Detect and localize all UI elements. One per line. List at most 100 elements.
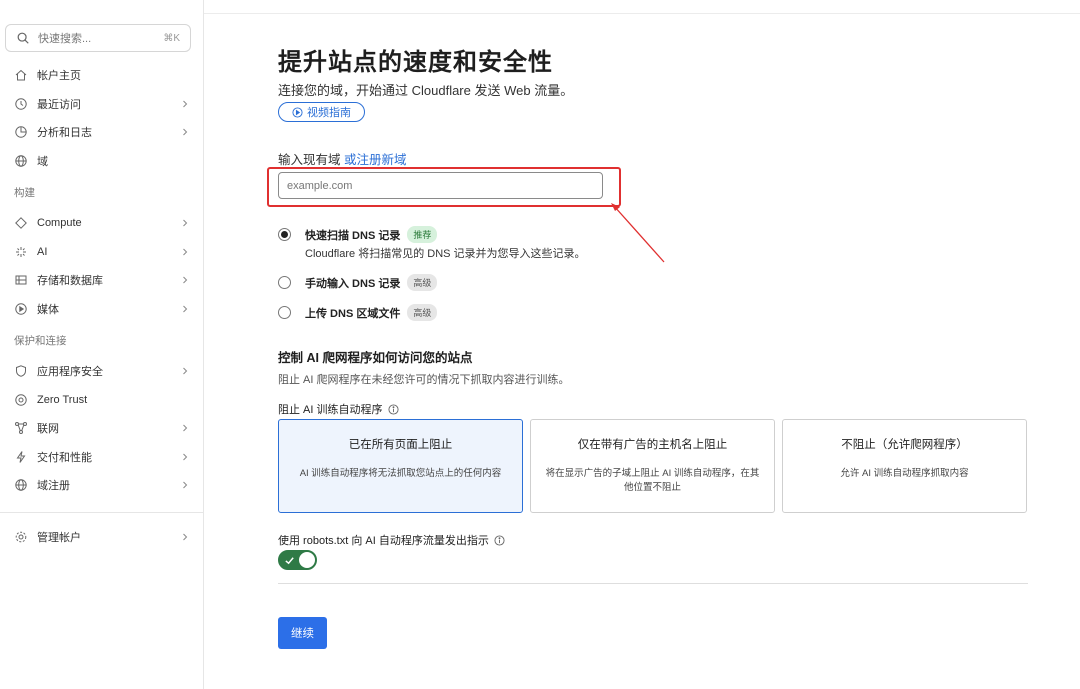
home-icon (15, 70, 27, 81)
zero-trust-icon (15, 394, 27, 406)
card-description: 允许 AI 训练自动程序抓取内容 (840, 468, 969, 479)
dns-option-label: 上传 DNS 区域文件 (305, 307, 401, 320)
card-description: AI 训练自动程序将无法抓取您站点上的任何内容 (299, 468, 502, 479)
sidebar-item[interactable]: 联网 (0, 414, 204, 443)
info-icon[interactable] (387, 403, 399, 415)
video-guide-button[interactable]: 视频指南 (278, 102, 365, 122)
robots-text: 使用 robots.txt 向 AI 自动程序流量发出指示 (278, 535, 489, 547)
sidebar-item[interactable]: 域注册 (0, 471, 204, 500)
bolt-icon (16, 450, 26, 463)
quick-scan-description: Cloudflare 将扫描常见的 DNS 记录并为您导入这些记录。 (305, 248, 586, 260)
sparkle-icon (16, 246, 26, 257)
play-circle-icon (292, 106, 303, 118)
sidebar-item-label: 最近访问 (37, 98, 81, 111)
chevron-right-icon (183, 128, 188, 136)
block-ai-text: 阻止 AI 训练自动程序 (278, 404, 383, 416)
sidebar-item[interactable]: 交付和性能 (0, 443, 204, 472)
sidebar-nav: 帐户主页最近访问分析和日志域 构建 Compute AI 存储和数据库 媒体 保护和连… (0, 61, 204, 551)
page-title: 提升站点的速度和安全性 (278, 49, 553, 76)
sidebar-item-label: 域注册 (37, 480, 70, 493)
sidebar-item-label: 分析和日志 (37, 127, 92, 140)
ai-block-card[interactable]: 已在所有页面上阻止 AI 训练自动程序将无法抓取您站点上的任何内容 (278, 419, 523, 513)
chevron-right-icon (183, 305, 188, 313)
sidebar-item-label: 交付和性能 (37, 451, 92, 464)
search-placeholder: 快速搜索... (38, 33, 92, 45)
radio-dot (281, 231, 288, 238)
sidebar-item-label: 域 (37, 155, 48, 168)
search-shortcut: ⌘K (163, 32, 180, 44)
domain-field-text: 输入现有域 (278, 153, 341, 167)
sidebar-item-label: 管理帐户 (37, 531, 81, 544)
play-icon (15, 303, 27, 315)
robots-toggle[interactable] (278, 550, 317, 570)
sidebar-item[interactable]: 分析和日志 (0, 118, 204, 147)
divider (278, 583, 1028, 584)
chevron-right-icon (183, 533, 188, 541)
sidebar-item[interactable]: Compute (0, 209, 204, 238)
chevron-right-icon (183, 248, 188, 256)
sidebar-item-label: 存储和数据库 (37, 275, 103, 288)
domain-field-label: 输入现有域 或注册新域 (278, 149, 407, 168)
clock-icon (15, 98, 27, 110)
sidebar-item-label: 应用程序安全 (37, 366, 103, 379)
sidebar-item-label: 联网 (37, 423, 59, 436)
sidebar-item-label: Compute (37, 217, 82, 230)
sidebar-item-label: Zero Trust (37, 393, 88, 406)
sidebar-item[interactable]: AI (0, 238, 204, 267)
sidebar-item[interactable]: 管理帐户 (0, 523, 204, 552)
sidebar: 快速搜索... ⌘K 帐户主页最近访问分析和日志域 构建 Compute AI 存储… (0, 0, 204, 689)
radio-button[interactable] (278, 306, 291, 319)
sidebar-item[interactable]: 存储和数据库 (0, 266, 204, 295)
continue-button[interactable]: 继续 (278, 617, 327, 649)
sidebar-item-label: 媒体 (37, 303, 59, 316)
card-title: 仅在带有广告的主机名上阻止 (577, 439, 728, 451)
block-ai-label: 阻止 AI 训练自动程序 (278, 401, 399, 417)
dns-option-label: 快速扫描 DNS 记录 (305, 229, 401, 242)
register-domain-link[interactable]: 或注册新域 (344, 153, 407, 167)
radio-button[interactable] (278, 228, 291, 241)
option-badge: 推荐 (407, 226, 438, 243)
chevron-right-icon (183, 481, 188, 489)
sidebar-item[interactable]: 最近访问 (0, 90, 204, 119)
radio-button[interactable] (278, 276, 291, 289)
page-subtitle: 连接您的域，开始通过 Cloudflare 发送 Web 流量。 (278, 83, 574, 98)
gear-icon (15, 531, 27, 543)
sidebar-item[interactable]: 域 (0, 147, 204, 176)
chevron-right-icon (183, 100, 188, 108)
section-protect: 保护和连接 (14, 334, 67, 347)
dns-option[interactable]: 手动输入 DNS 记录 高级 (278, 274, 438, 291)
chevron-right-icon (183, 367, 188, 375)
sidebar-item-label: AI (37, 245, 48, 258)
dns-option[interactable]: 上传 DNS 区域文件 高级 (278, 304, 438, 321)
check-icon (285, 557, 294, 565)
ai-section-description: 阻止 AI 爬网程序在未经您许可的情况下抓取内容进行训练。 (278, 374, 570, 386)
ai-section-title: 控制 AI 爬网程序如何访问您的站点 (278, 351, 473, 365)
globe-icon (15, 155, 27, 167)
highlight-annotation (267, 167, 621, 207)
chevron-right-icon (183, 453, 188, 461)
chevron-right-icon (183, 424, 188, 432)
dns-option[interactable]: 快速扫描 DNS 记录 推荐 (278, 226, 438, 243)
compute-icon (15, 217, 27, 230)
top-bar (204, 0, 1080, 14)
option-badge: 高级 (407, 274, 438, 291)
shield-icon (16, 365, 26, 378)
sidebar-item[interactable]: Zero Trust (0, 386, 204, 415)
info-icon[interactable] (494, 534, 505, 546)
chart-icon (15, 126, 27, 138)
card-title: 不阻止（允许爬网程序） (841, 439, 968, 451)
robots-label: 使用 robots.txt 向 AI 自动程序流量发出指示 (278, 532, 505, 548)
ai-block-card[interactable]: 不阻止（允许爬网程序） 允许 AI 训练自动程序抓取内容 (782, 419, 1027, 513)
toggle-knob (299, 552, 315, 568)
sidebar-item[interactable]: 帐户主页 (0, 61, 204, 90)
sidebar-item[interactable]: 媒体 (0, 295, 204, 324)
ai-block-card[interactable]: 仅在带有广告的主机名上阻止 将在显示广告的子域上阻止 AI 训练自动程序，在其他位… (530, 419, 775, 513)
card-title: 已在所有页面上阻止 (348, 439, 453, 451)
sidebar-item[interactable]: 应用程序安全 (0, 357, 204, 386)
chevron-right-icon (183, 219, 188, 227)
annotation-arrow (611, 203, 665, 263)
sidebar-divider (0, 511, 204, 513)
storage-icon (15, 275, 27, 285)
search-box[interactable]: 快速搜索... ⌘K (5, 24, 191, 52)
section-build: 构建 (14, 186, 35, 199)
